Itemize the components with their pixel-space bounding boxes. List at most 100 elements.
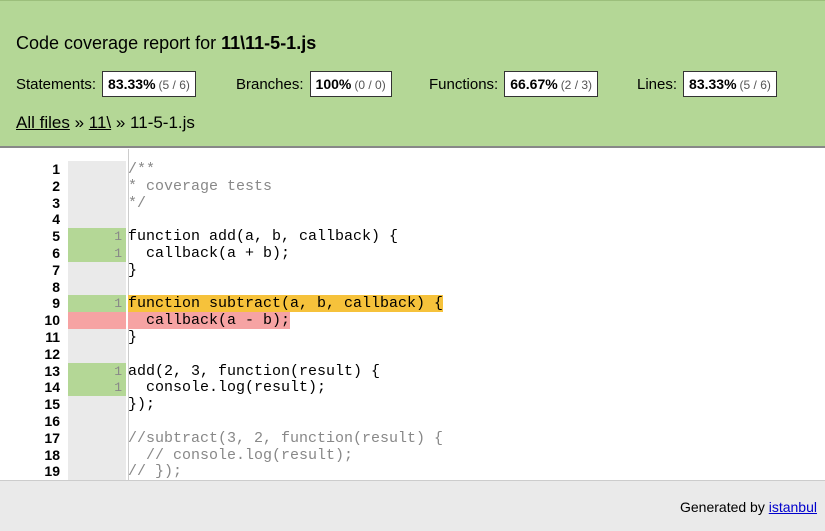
stat-label: Branches:	[236, 75, 304, 93]
line-number[interactable]: 13	[0, 363, 60, 380]
line-number[interactable]: 2	[0, 178, 60, 195]
stat-label: Functions:	[429, 75, 499, 93]
code-line: 9 1 function subtract(a, b, callback) {	[0, 295, 825, 313]
page-title: Code coverage report for 11\11-5-1.js	[16, 33, 316, 54]
source-text: }	[128, 261, 138, 279]
code-line: 16	[0, 413, 825, 430]
hit-count	[68, 177, 126, 195]
source-text: callback(a + b);	[128, 245, 291, 262]
stat-label: Lines:	[637, 75, 678, 93]
source-text: }	[128, 329, 138, 346]
coverage-header: Code coverage report for 11\11-5-1.js St…	[0, 0, 825, 148]
code-line: 61 callback(a + b);	[0, 245, 825, 262]
hit-count	[68, 161, 126, 178]
stat-frac: (5 / 6)	[739, 78, 771, 92]
line-number[interactable]: 16	[0, 413, 60, 430]
hit-count: 1	[68, 228, 126, 246]
line-number[interactable]: 6	[0, 245, 60, 262]
breadcrumb: All files » 11\ » 11-5-1.js	[16, 113, 195, 133]
source-text: /**	[128, 161, 156, 178]
stat-label: Statements:	[16, 75, 97, 93]
breadcrumb-dir-link[interactable]: 11\	[89, 113, 111, 132]
line-number[interactable]: 19	[0, 463, 60, 480]
hit-count: 1	[68, 379, 126, 397]
breadcrumb-all-files-link[interactable]: All files	[16, 113, 70, 132]
line-number[interactable]: 3	[0, 195, 60, 212]
code-line: 13 1 add(2, 3, function(result) {	[0, 362, 825, 380]
line-number[interactable]: 10	[0, 312, 60, 329]
code-line: 12	[0, 345, 825, 363]
stat-pct: 83.33%	[108, 76, 156, 92]
hit-count	[68, 396, 126, 414]
line-number[interactable]: 4	[0, 211, 60, 228]
hit-count	[68, 261, 126, 279]
hit-count: 1	[68, 362, 126, 380]
stat-value-box: 66.67% (2 / 3)	[504, 71, 599, 97]
source-text: //subtract(3, 2, function(result) {	[128, 429, 444, 447]
hit-count	[68, 211, 126, 229]
stat-pct: 100%	[315, 76, 352, 92]
hit-count: 1	[68, 295, 126, 313]
code-line: 10 callback(a - b);	[0, 312, 825, 330]
code-line: 15});	[0, 396, 825, 414]
stat-value-box: 83.33% (5 / 6)	[102, 71, 196, 97]
title-prefix: Code coverage report for	[16, 33, 222, 53]
hit-count	[68, 463, 126, 480]
hit-count	[68, 329, 126, 346]
line-number[interactable]: 17	[0, 430, 60, 447]
source-code-view[interactable]: 1/** 2 * coverage tests 3 */4 5 1 function add(…	[0, 149, 825, 480]
code-line: 2 * coverage tests	[0, 177, 825, 195]
line-number[interactable]: 9	[0, 295, 60, 312]
code-line: 5 1 function add(a, b, callback) {	[0, 228, 825, 246]
source-text: // });	[128, 463, 183, 480]
line-number[interactable]: 14	[0, 379, 60, 396]
line-number[interactable]: 7	[0, 262, 60, 279]
code-line: 1 /**	[0, 161, 825, 178]
source-text: add(2, 3, function(result) {	[128, 362, 381, 380]
line-number[interactable]: 15	[0, 396, 60, 413]
stat-branches: Branches: 100% (0 / 0)	[236, 69, 392, 99]
hit-count	[68, 429, 126, 447]
hit-count	[68, 345, 126, 363]
stat-frac: (0 / 0)	[354, 78, 386, 92]
source-text: function add(a, b, callback) {	[128, 228, 399, 246]
source-text: });	[128, 396, 156, 414]
source-text: console.log(result);	[128, 379, 327, 397]
stat-pct: 83.33%	[689, 76, 737, 92]
source-text: */	[128, 194, 147, 212]
stat-statements: Statements: 83.33% (5 / 6)	[16, 69, 196, 99]
code-line: 18 // console.log(result);	[0, 446, 825, 464]
stat-value-box: 83.33% (5 / 6)	[683, 71, 777, 97]
line-number[interactable]: 1	[0, 161, 60, 178]
stat-functions: Functions: 66.67% (2 / 3)	[429, 69, 599, 99]
source-text: function subtract(a, b, callback) {	[128, 295, 444, 313]
hit-count	[68, 278, 126, 296]
line-number[interactable]: 12	[0, 346, 60, 363]
source-text: // console.log(result);	[128, 446, 354, 464]
breadcrumb-separator: »	[69, 113, 89, 132]
code-line: 3 */	[0, 194, 825, 212]
stat-frac: (5 / 6)	[158, 78, 190, 92]
source-text: callback(a - b);	[128, 312, 291, 330]
breadcrumb-separator: »	[111, 113, 131, 132]
line-number[interactable]: 18	[0, 447, 60, 464]
stat-lines: Lines: 83.33% (5 / 6)	[637, 69, 777, 99]
hit-count	[68, 312, 126, 330]
hit-count	[68, 413, 126, 430]
breadcrumb-current: 11-5-1.js	[130, 113, 195, 132]
istanbul-link[interactable]: istanbul	[769, 499, 817, 515]
code-line: 17 //subtract(3, 2, function(result) {	[0, 429, 825, 447]
stat-pct: 66.67%	[510, 76, 558, 92]
stat-frac: (2 / 3)	[560, 78, 593, 92]
code-line: 14 1 console.log(result);	[0, 379, 825, 397]
hit-count	[68, 194, 126, 212]
line-number[interactable]: 8	[0, 279, 60, 296]
generated-by: Generated by istanbul	[680, 499, 817, 515]
source-text: * coverage tests	[128, 177, 273, 195]
code-line: 19 // });	[0, 463, 825, 480]
code-line: 7}	[0, 261, 825, 279]
line-number[interactable]: 5	[0, 228, 60, 245]
line-number[interactable]: 11	[0, 329, 60, 346]
generated-by-text: Generated by	[680, 499, 769, 515]
code-line: 4	[0, 211, 825, 229]
